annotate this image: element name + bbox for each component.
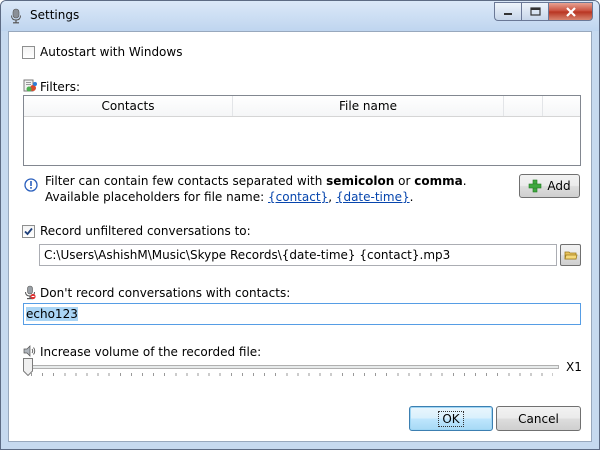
placeholders-text: Available placeholders for file name: [45, 190, 268, 204]
minimize-icon [504, 12, 512, 15]
window-controls [494, 2, 593, 21]
placeholders-period: . [409, 190, 414, 204]
filters-label: Filters: [40, 80, 81, 94]
filter-hint-line2: Available placeholders for file name: {c… [45, 190, 413, 204]
autostart-checkbox[interactable] [22, 46, 35, 59]
maximize-icon [529, 7, 541, 16]
exclude-contacts-field[interactable]: echo123 [23, 303, 581, 325]
microphone-muted-icon [25, 285, 36, 300]
hint-text-or: or [394, 174, 415, 188]
column-header-spacer [504, 96, 543, 116]
exclude-contacts-value: echo123 [26, 307, 78, 321]
column-header-contacts[interactable]: Contacts [24, 96, 233, 116]
add-button[interactable]: Add [519, 174, 580, 198]
ok-button-label: OK [438, 410, 464, 427]
volume-level: X1 [566, 360, 582, 374]
placeholder-date-time-link[interactable]: {date-time} [336, 190, 410, 204]
microphone-icon [11, 8, 21, 24]
cancel-button-label: Cancel [518, 411, 559, 426]
autostart-label[interactable]: Autostart with Windows [40, 45, 182, 59]
maximize-button[interactable] [521, 2, 548, 21]
filter-icon [23, 79, 37, 92]
close-button[interactable] [548, 2, 593, 21]
filter-hint-line1: Filter can contain few contacts separate… [45, 174, 467, 188]
folder-icon [563, 251, 578, 259]
column-header-file-name[interactable]: File name [233, 96, 504, 116]
placeholders-separator: , [328, 190, 336, 204]
cancel-button[interactable]: Cancel [496, 406, 581, 431]
record-unfiltered-label[interactable]: Record unfiltered conversations to: [40, 224, 251, 238]
volume-label: Increase volume of the recorded file: [40, 345, 262, 359]
volume-slider-thumb[interactable] [23, 358, 33, 376]
hint-comma: comma [414, 174, 463, 188]
exclude-contacts-label: Don't record conversations with contacts… [40, 286, 291, 300]
close-icon [565, 6, 576, 17]
add-button-label: Add [547, 179, 571, 193]
window-title: Settings [30, 8, 80, 22]
title-bar[interactable]: Settings [1, 1, 599, 31]
browse-folder-button[interactable] [560, 244, 581, 266]
hint-period: . [462, 174, 467, 188]
placeholder-contact-link[interactable]: {contact} [268, 190, 328, 204]
settings-panel: Autostart with Windows Filters: Contacts… [8, 31, 592, 442]
filters-table-header: Contacts File name [24, 96, 580, 117]
checkmark-icon [24, 227, 33, 236]
volume-slider-track[interactable] [25, 365, 559, 369]
plus-icon [529, 179, 542, 193]
info-icon [24, 178, 38, 192]
settings-window: Settings Autostart with Windows Filters: [0, 0, 600, 450]
speaker-icon [23, 345, 36, 357]
record-path-field[interactable]: C:\Users\AshishM\Music\Skype Records\{da… [39, 244, 557, 266]
record-unfiltered-checkbox[interactable] [22, 225, 35, 238]
minimize-button[interactable] [494, 2, 521, 21]
volume-slider-ticks [31, 373, 553, 376]
filters-table[interactable]: Contacts File name [23, 95, 581, 166]
ok-button[interactable]: OK [409, 406, 493, 431]
hint-semicolon: semicolon [326, 174, 395, 188]
hint-text: Filter can contain few contacts separate… [45, 174, 327, 188]
column-header-spacer-2 [543, 96, 580, 116]
